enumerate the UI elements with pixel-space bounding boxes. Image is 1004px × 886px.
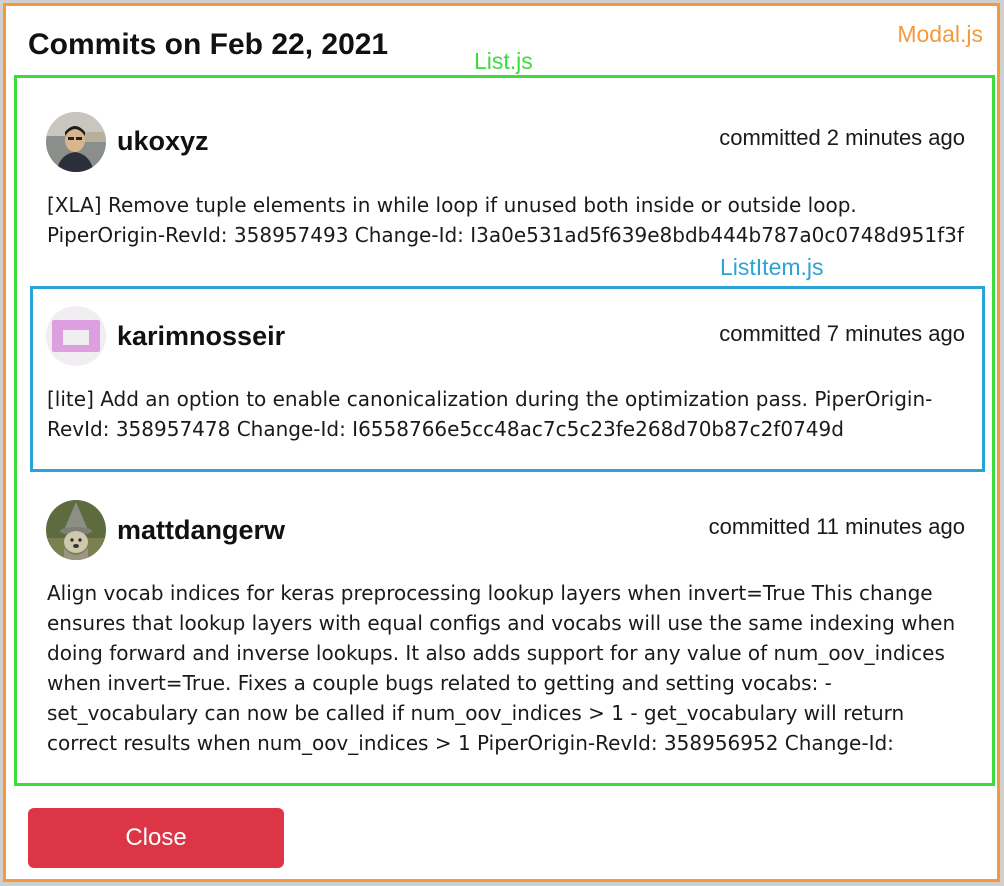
commit-list[interactable]: ukoxyz committed 2 minutes ago [XLA] Rem…	[14, 75, 995, 786]
commits-modal: Commits on Feb 22, 2021 Modal.js List.js	[3, 3, 1000, 882]
modal-js-annotation: Modal.js	[897, 21, 983, 47]
listitem-js-annotation: ListItem.js	[720, 254, 824, 280]
list-item: karimnosseir committed 7 minutes ago [li…	[17, 284, 992, 478]
commit-message: Align vocab indices for keras preprocess…	[47, 581, 956, 755]
close-button[interactable]: Close	[28, 808, 284, 868]
commit-time: committed 2 minutes ago	[719, 125, 965, 150]
commit-message: [XLA] Remove tuple elements in while loo…	[47, 193, 964, 247]
commit-list-scroll[interactable]: ukoxyz committed 2 minutes ago [XLA] Rem…	[17, 78, 992, 783]
commit-time: committed 11 minutes ago	[708, 514, 965, 539]
identicon-avatar	[46, 306, 106, 366]
commit-author[interactable]: karimnosseir	[117, 321, 285, 352]
list-item: mattdangerw committed 11 minutes ago Ali…	[17, 478, 992, 783]
commit-time: committed 7 minutes ago	[719, 321, 965, 346]
modal-title: Commits on Feb 22, 2021	[28, 28, 389, 61]
commit-author[interactable]: mattdangerw	[117, 515, 285, 546]
wizard-dog-avatar	[46, 500, 106, 560]
list-js-annotation: List.js	[474, 48, 533, 74]
commit-message: [lite] Add an option to enable canonical…	[47, 387, 933, 441]
list-item: ukoxyz committed 2 minutes ago [XLA] Rem…	[17, 78, 992, 284]
user-photo-avatar	[46, 112, 106, 172]
commit-author[interactable]: ukoxyz	[117, 126, 209, 157]
